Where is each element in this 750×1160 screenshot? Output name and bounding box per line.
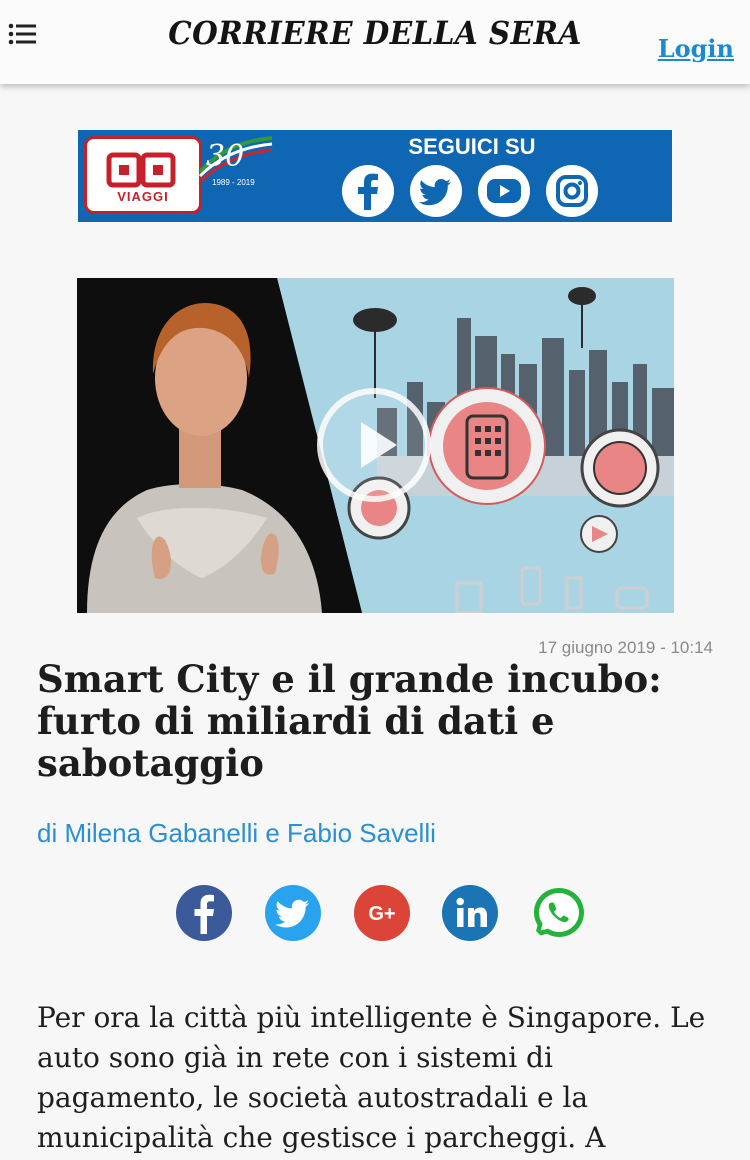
ad-follow-label: SEGUICI SU: [408, 134, 536, 159]
ad-brand-logo: VIAGGI: [84, 136, 202, 214]
video-player[interactable]: [77, 278, 674, 613]
share-bar: G+: [0, 884, 750, 944]
article-byline[interactable]: di Milena Gabanelli e Fabio Savelli: [37, 818, 436, 849]
twitter-share-icon[interactable]: [264, 884, 322, 942]
ad-years: 1989 - 2019: [212, 178, 255, 187]
ad-brand-mark: [106, 152, 176, 188]
ad-anniversary-badge: 30: [198, 136, 273, 182]
google-plus-share-icon[interactable]: G+: [353, 884, 411, 942]
linkedin-share-icon[interactable]: [441, 884, 499, 942]
ad-anniversary-text: 30: [206, 139, 244, 174]
article-date: 17 giugno 2019 - 10:14: [538, 638, 713, 657]
masthead-logo[interactable]: CORRIERE DELLA SERA: [30, 14, 720, 52]
article-body: Per ora la città più intelligente è Sing…: [37, 1001, 706, 1154]
facebook-icon[interactable]: [341, 164, 395, 218]
facebook-share-icon[interactable]: [175, 884, 233, 942]
article-title: Smart City e il grande incubo: furto di …: [37, 657, 662, 785]
ad-banner[interactable]: VIAGGI 30 1989 - 2019 SEGUICI SU: [78, 130, 672, 222]
ad-brand-text: VIAGGI: [117, 189, 169, 204]
top-bar: CORRIERE DELLA SERA Login: [0, 0, 750, 84]
svg-text:G+: G+: [368, 903, 395, 925]
instagram-icon[interactable]: [545, 164, 599, 218]
twitter-icon[interactable]: [409, 164, 463, 218]
whatsapp-share-icon[interactable]: [530, 884, 588, 942]
play-icon[interactable]: [315, 386, 433, 504]
login-link[interactable]: Login: [658, 34, 734, 63]
youtube-icon[interactable]: [477, 164, 531, 218]
